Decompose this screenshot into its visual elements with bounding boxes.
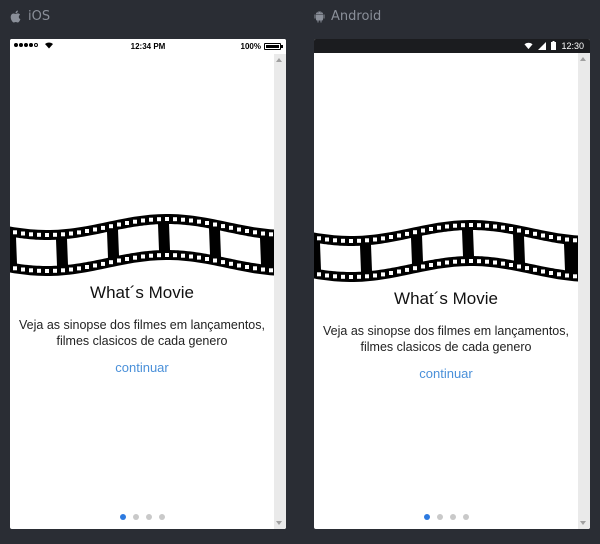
- android-onboarding-screen: What´s Movie Veja as sinopse dos filmes …: [314, 53, 578, 529]
- page-dot[interactable]: [449, 514, 456, 520]
- page-dot[interactable]: [462, 514, 469, 520]
- page-indicator: [10, 514, 274, 520]
- film-strip-image: [314, 220, 578, 282]
- continue-link[interactable]: continuar: [314, 366, 578, 381]
- page-dot[interactable]: [145, 514, 152, 520]
- scroll-up-arrow-icon[interactable]: [580, 57, 586, 61]
- app-title: What´s Movie: [394, 289, 498, 308]
- android-status-time: 12:30: [561, 41, 584, 51]
- page-dot[interactable]: [132, 514, 139, 520]
- android-platform-label: Android: [314, 9, 381, 24]
- ios-platform-label: iOS: [10, 9, 50, 24]
- scroll-up-arrow-icon[interactable]: [276, 58, 282, 62]
- page-indicator: [314, 514, 578, 520]
- android-scrollbar[interactable]: [578, 53, 590, 529]
- scroll-down-arrow-icon[interactable]: [276, 521, 282, 525]
- continue-link[interactable]: continuar: [10, 360, 274, 375]
- app-description: Veja as sinopse dos filmes em lançamento…: [323, 324, 569, 354]
- ios-status-bar: 12:34 PM 100%: [10, 39, 286, 54]
- page-dot-active[interactable]: [119, 514, 126, 520]
- android-label-text: Android: [331, 9, 382, 24]
- page-dot[interactable]: [436, 514, 443, 520]
- ios-scrollbar[interactable]: [274, 54, 286, 529]
- cell-signal-icon: [538, 41, 546, 50]
- apple-icon: [10, 10, 21, 23]
- ios-battery-percent: 100%: [240, 42, 261, 51]
- page-dot[interactable]: [158, 514, 165, 520]
- battery-icon: [264, 43, 283, 50]
- android-device-frame: 12:30 What´s Movie Veja as sinopse dos f…: [314, 39, 590, 529]
- scroll-down-arrow-icon[interactable]: [580, 521, 586, 525]
- ios-onboarding-screen: What´s Movie Veja as sinopse dos filmes …: [10, 54, 274, 529]
- page-dot-active[interactable]: [423, 514, 430, 520]
- app-title: What´s Movie: [90, 283, 194, 302]
- app-description: Veja as sinopse dos filmes em lançamento…: [19, 318, 265, 348]
- android-icon: [314, 10, 325, 23]
- wifi-icon: [524, 42, 533, 49]
- ios-label-text: iOS: [28, 9, 51, 24]
- film-strip-image: [10, 214, 274, 276]
- android-status-bar: 12:30: [314, 39, 590, 53]
- battery-icon: [551, 41, 556, 50]
- ios-device-frame: 12:34 PM 100% What´s Movie Veja as sinop…: [10, 39, 286, 529]
